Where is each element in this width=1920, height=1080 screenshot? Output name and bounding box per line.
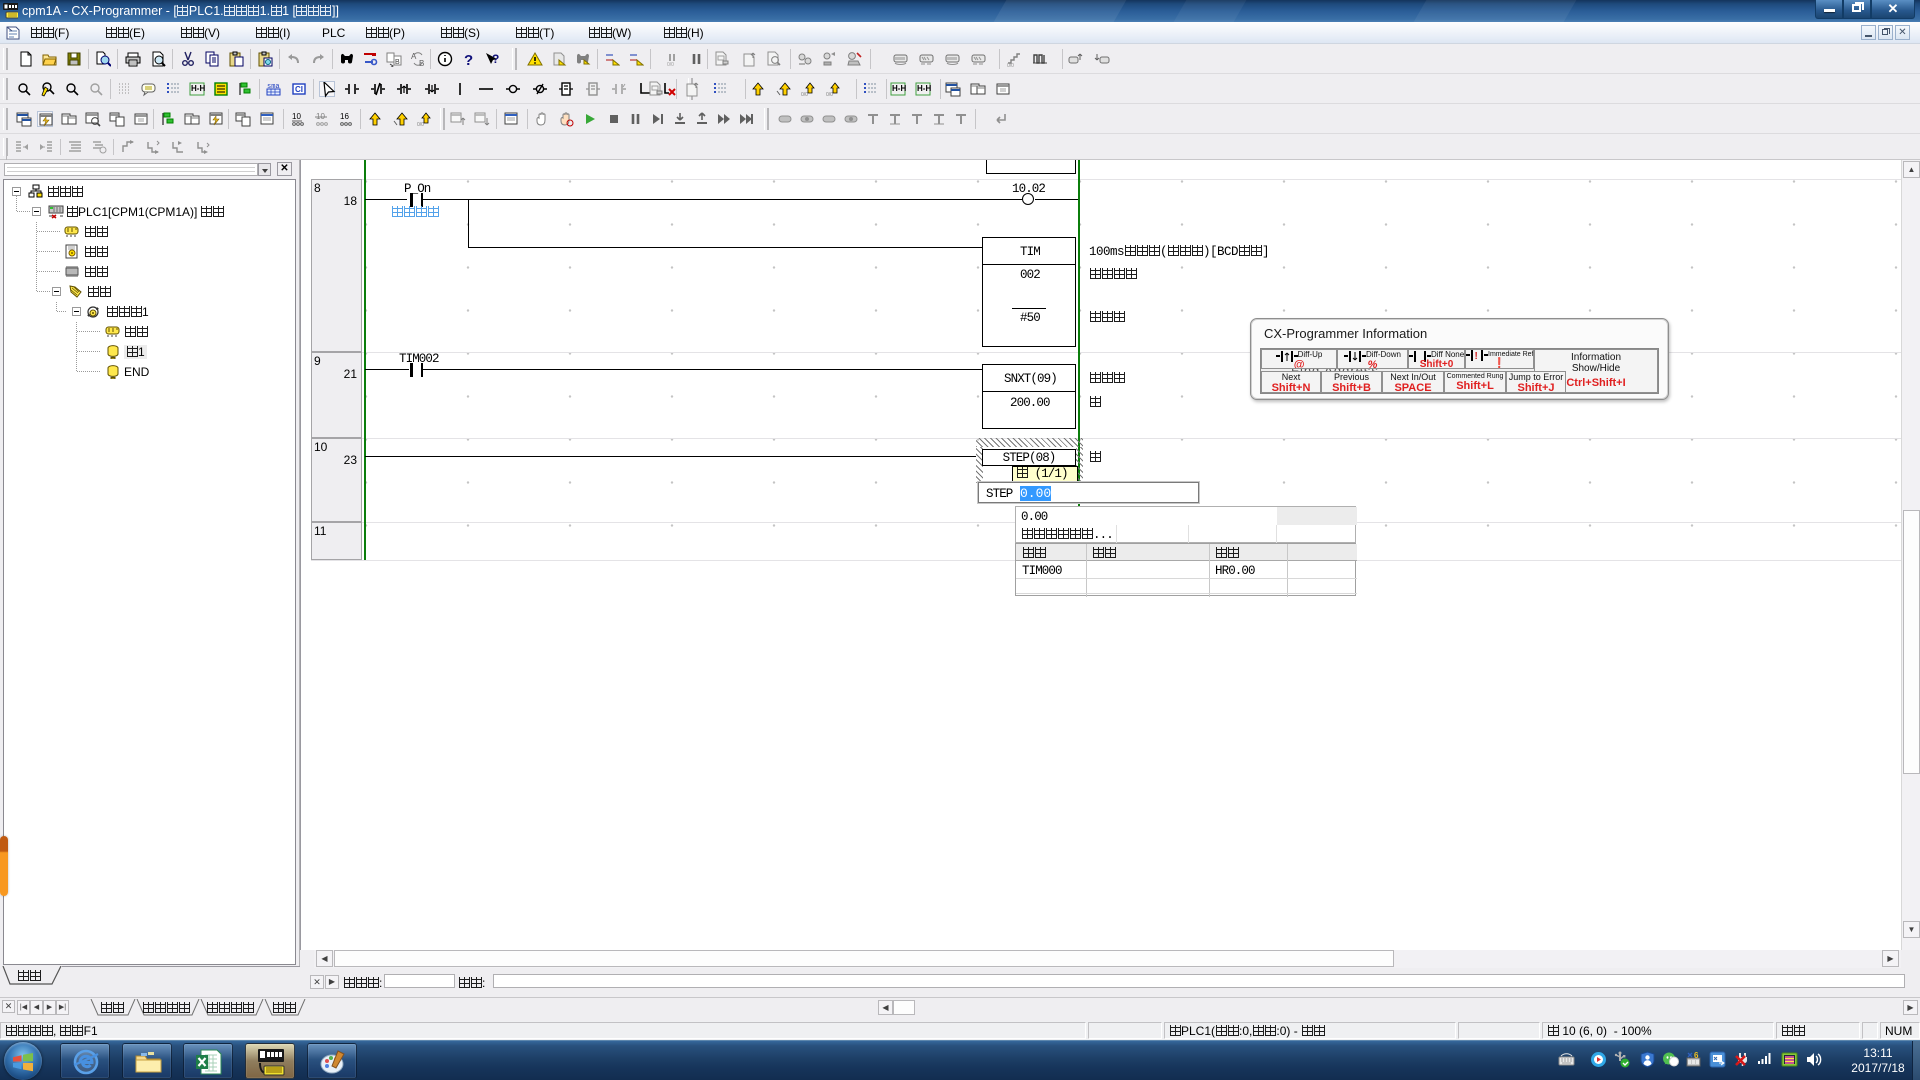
svg-text:CI: CI (295, 85, 303, 94)
svg-text:0/0: 0/0 (417, 122, 424, 127)
svg-text:0/0: 0/0 (667, 62, 674, 67)
svg-text:0/0: 0/0 (1007, 63, 1014, 67)
svg-text:H-H: H-H (917, 84, 931, 93)
svg-text:!: ! (1475, 351, 1478, 361)
svg-text:0/0: 0/0 (801, 92, 808, 97)
svg-text:0/0: 0/0 (826, 92, 833, 97)
svg-text:16: 16 (340, 112, 349, 121)
svg-text:H-H: H-H (892, 84, 906, 93)
svg-text:B: B (395, 59, 400, 66)
svg-text:6: 6 (1694, 1051, 1699, 1060)
svg-text:10: 10 (292, 112, 301, 121)
svg-text:B: B (419, 59, 424, 67)
svg-text:H-H: H-H (191, 84, 205, 93)
svg-text:?: ? (464, 52, 473, 67)
svg-text:?: ? (492, 52, 499, 66)
